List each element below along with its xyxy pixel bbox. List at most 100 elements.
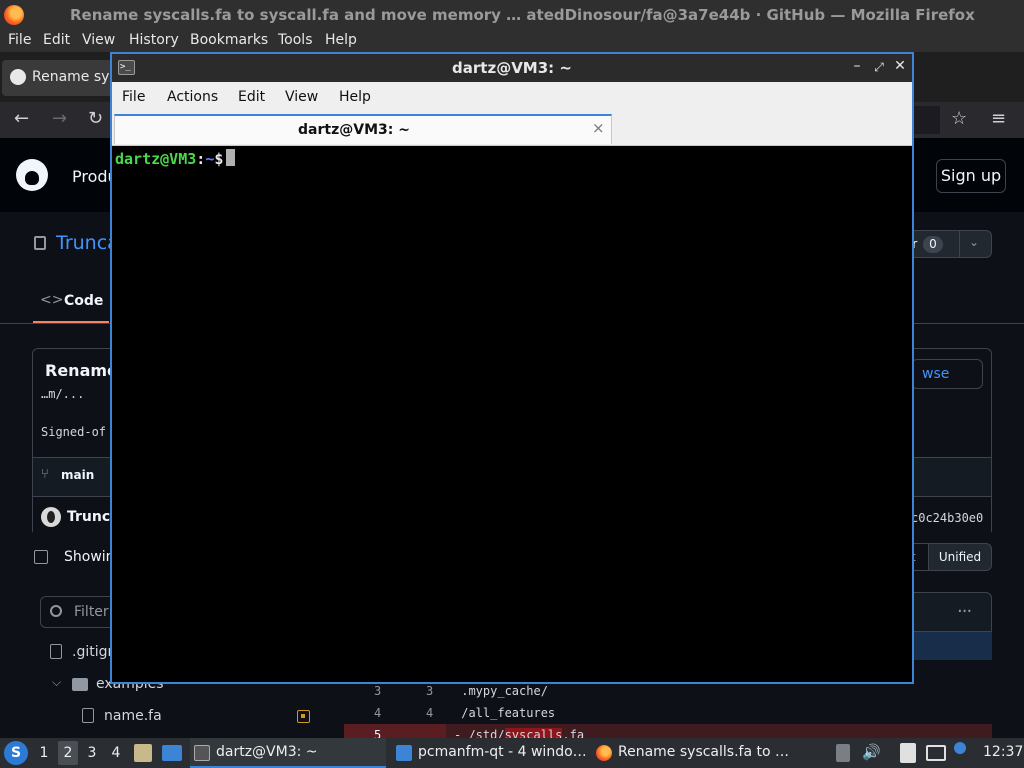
notification-icon[interactable] (954, 742, 966, 754)
firefox-menu-help[interactable]: Help (325, 32, 357, 48)
workspace-4[interactable]: 4 (106, 741, 126, 765)
star-divider (959, 231, 960, 257)
firefox-tab-label: Rename sys (32, 69, 117, 85)
firefox-logo-icon (4, 5, 24, 25)
terminal-menu-view[interactable]: View (285, 89, 318, 105)
old-line-number[interactable]: 3 (374, 684, 381, 698)
workspace-2[interactable]: 2 (58, 741, 78, 765)
terminal-menubar: File Actions Edit View Help (112, 82, 912, 112)
diff-line: 4 4 /all_features (344, 702, 992, 724)
tree-item-name-fa[interactable]: name.fa (104, 708, 162, 724)
branch-name[interactable]: main (61, 468, 94, 482)
browse-files-button[interactable]: wse files (911, 359, 983, 389)
file-modified-icon (297, 710, 310, 723)
search-icon (50, 605, 62, 617)
terminal-window-title: dartz@VM3: ~ (452, 59, 572, 77)
desktop: Rename syscalls.fa to syscall.fa and mov… (0, 0, 1024, 768)
github-favicon-icon (10, 69, 26, 85)
tab-code-label: Code (64, 293, 104, 309)
old-line-number[interactable]: 4 (374, 706, 381, 720)
workspace-1[interactable]: 1 (34, 741, 54, 765)
terminal-window[interactable]: >_ dartz@VM3: ~ – ⤢ ✕ File Actions Edit … (110, 52, 914, 684)
taskbar: S 1 2 3 4 dartz@VM3: ~ pcmanfm-qt - 4 wi… (0, 738, 1024, 768)
terminal-menu-actions[interactable]: Actions (167, 89, 218, 105)
forward-icon[interactable]: → (52, 108, 67, 129)
firefox-menubar: File Edit View History Bookmarks Tools H… (0, 30, 1024, 52)
text-cursor (226, 149, 236, 166)
prompt-sign: $ (214, 150, 224, 168)
diff-code: /all_features (454, 706, 556, 720)
terminal-tabbar: dartz@VM3: ~ × (112, 112, 912, 146)
prompt-separator: : (196, 150, 206, 168)
firefox-menu-bookmarks[interactable]: Bookmarks (190, 32, 268, 48)
minimize-icon[interactable]: – (848, 58, 866, 74)
unified-view-button[interactable]: Unified (928, 543, 992, 571)
new-line-number[interactable]: 4 (426, 706, 433, 720)
commit-description: …m/... (41, 387, 85, 401)
shell-prompt: dartz@VM3:~$ (115, 149, 236, 168)
file-manager-launcher-icon[interactable] (134, 744, 152, 762)
network-icon[interactable] (926, 745, 946, 761)
clipboard-icon[interactable] (900, 743, 916, 763)
kebab-menu-icon[interactable]: ··· (957, 601, 972, 622)
volume-icon[interactable]: 🔊 (862, 743, 881, 761)
commit-sha: c0c24b30e0 (911, 511, 984, 525)
folder-icon (72, 678, 88, 691)
reload-icon[interactable]: ↻ (88, 108, 103, 129)
terminal-menu-edit[interactable]: Edit (238, 89, 265, 105)
terminal-tab-label: dartz@VM3: ~ (298, 122, 410, 138)
firefox-menu-view[interactable]: View (82, 32, 115, 48)
task-label: Rename syscalls.fa to … (618, 744, 788, 760)
maximize-icon[interactable]: ⤢ (870, 60, 888, 75)
prompt-user-host: dartz@VM3 (115, 150, 197, 168)
task-label: dartz@VM3: ~ (216, 744, 318, 760)
file-tree-toggle-icon[interactable] (34, 550, 48, 564)
task-firefox[interactable]: Rename syscalls.fa to … (592, 738, 788, 768)
show-desktop-icon[interactable] (162, 745, 182, 761)
firefox-window-title: Rename syscalls.fa to syscall.fa and mov… (70, 6, 975, 24)
avatar[interactable] (41, 507, 61, 527)
bookmark-star-icon[interactable]: ☆ (951, 108, 967, 129)
branch-icon: ⑂ (41, 467, 49, 482)
close-icon[interactable]: ✕ (891, 58, 909, 74)
terminal-tab[interactable]: dartz@VM3: ~ × (114, 114, 612, 144)
firefox-titlebar[interactable]: Rename syscalls.fa to syscall.fa and mov… (0, 0, 1024, 30)
hamburger-menu-icon[interactable]: ≡ (991, 108, 1006, 129)
firefox-menu-history[interactable]: History (129, 32, 179, 48)
file-icon (82, 708, 94, 723)
terminal-menu-help[interactable]: Help (339, 89, 371, 105)
firefox-menu-edit[interactable]: Edit (43, 32, 70, 48)
firefox-menu-file[interactable]: File (8, 32, 31, 48)
firefox-icon (596, 745, 612, 761)
workspace-3[interactable]: 3 (82, 741, 102, 765)
chevron-down-icon[interactable]: ⌄ (969, 235, 979, 249)
task-file-manager[interactable]: pcmanfm-qt - 4 windo… (392, 738, 588, 768)
chevron-down-icon[interactable]: ⌵ (52, 675, 61, 690)
firefox-menu-tools[interactable]: Tools (278, 32, 313, 48)
task-label: pcmanfm-qt - 4 windo… (418, 744, 587, 760)
firefox-tab[interactable]: Rename sys (2, 60, 117, 96)
sign-up-button[interactable]: Sign up (936, 159, 1006, 193)
tab-close-icon[interactable]: × (592, 119, 605, 137)
star-count: 0 (923, 236, 943, 253)
file-icon (50, 644, 62, 659)
prompt-directory: ~ (205, 150, 215, 168)
start-menu-icon[interactable]: S (4, 741, 28, 765)
tab-code[interactable]: <> Code (34, 286, 108, 324)
code-icon: <> (40, 292, 64, 308)
diff-code: .mypy_cache/ (454, 684, 548, 698)
terminal-output[interactable]: dartz@VM3:~$ (112, 146, 912, 682)
clock[interactable]: 12:37 (983, 744, 1023, 760)
terminal-titlebar[interactable]: >_ dartz@VM3: ~ – ⤢ ✕ (112, 54, 912, 82)
filter-input[interactable]: Filter c (40, 596, 118, 628)
terminal-menu-file[interactable]: File (122, 89, 145, 105)
commit-signed-off: Signed-of (41, 425, 107, 439)
back-icon[interactable]: ← (14, 108, 29, 129)
new-line-number[interactable]: 3 (426, 684, 433, 698)
update-notifier-icon[interactable] (836, 744, 850, 762)
commit-title: Rename (45, 361, 118, 380)
showing-summary: Showin (64, 549, 115, 565)
url-bar[interactable] (910, 106, 940, 134)
github-octocat-icon[interactable] (16, 159, 48, 191)
task-terminal[interactable]: dartz@VM3: ~ (190, 738, 386, 768)
